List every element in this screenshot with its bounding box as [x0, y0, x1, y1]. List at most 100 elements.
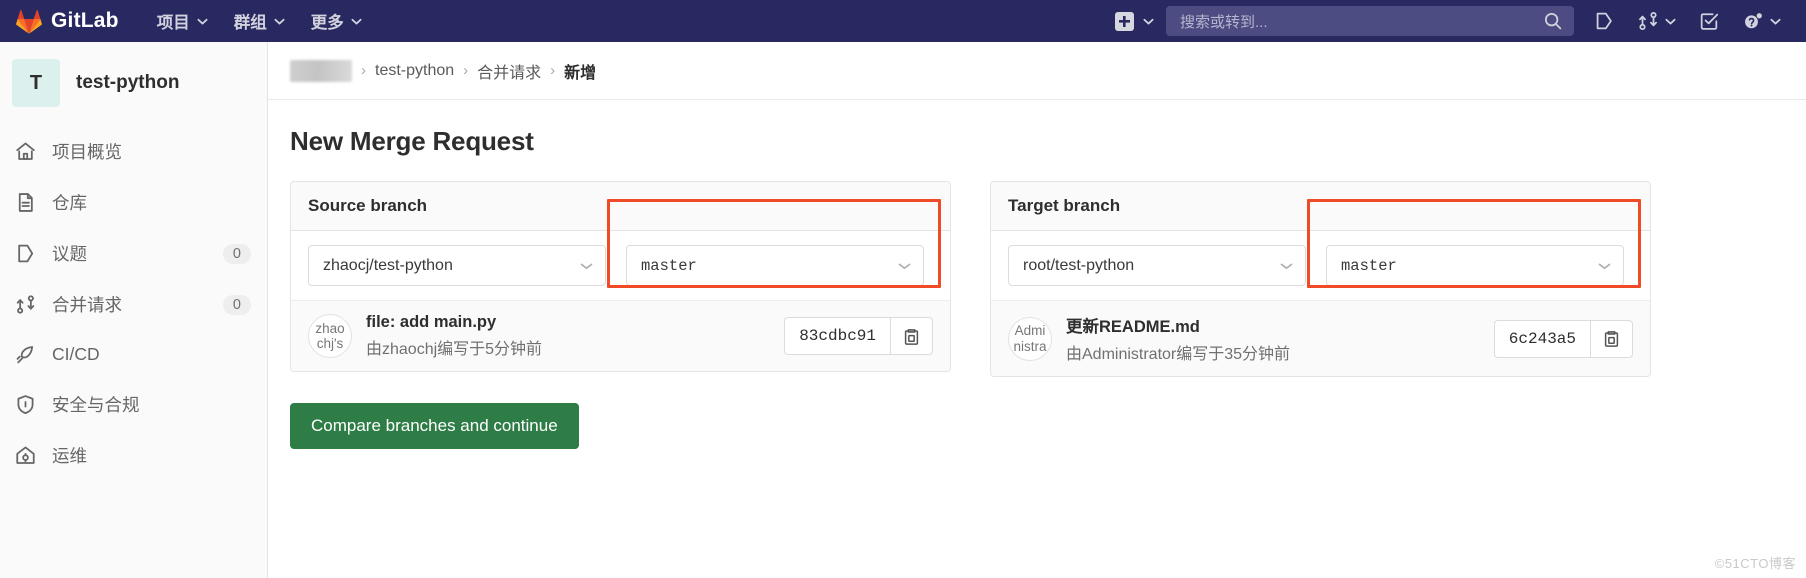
issues-icon — [18, 244, 34, 263]
create-new-button[interactable] — [1105, 11, 1164, 31]
project-avatar: T — [12, 59, 60, 107]
sidebar-item-label: CI/CD — [52, 344, 100, 364]
merge-request-form: New Merge Request Source branch zhaocj/t… — [268, 100, 1806, 449]
chevron-down-icon — [1770, 18, 1781, 24]
document-icon — [18, 193, 33, 212]
sidebar-item-label: 运维 — [52, 446, 87, 466]
source-commit-title: file: add main.py — [366, 313, 497, 331]
breadcrumb-separator: › — [361, 62, 366, 79]
gitlab-home-link[interactable]: GitLab — [16, 9, 119, 34]
source-commit-sha: 83cdbc91 — [784, 317, 890, 355]
target-branch-value: master — [1341, 256, 1397, 275]
source-commit-info: file: add main.py 由zhaochj编写于5分钟前 — [366, 313, 770, 359]
target-branch-heading: Target branch — [991, 182, 1650, 231]
sidebar-item-merge-requests[interactable]: 合并请求 0 — [0, 279, 267, 330]
target-commit-row: Admi nistra 更新README.md 由Administrator编写… — [991, 300, 1650, 376]
source-branch-selects: zhaocj/test-python master — [291, 231, 950, 300]
rocket-icon — [16, 346, 34, 364]
source-branch-select[interactable]: master — [626, 245, 924, 286]
target-branch-select[interactable]: master — [1326, 245, 1624, 286]
avatar-line-2: chj's — [316, 336, 344, 351]
target-commit-info: 更新README.md 由Administrator编写于35分钟前 — [1066, 313, 1480, 364]
sidebar-item-project-overview[interactable]: 项目概览 — [0, 126, 267, 177]
nav-item-more[interactable]: 更多 — [301, 3, 372, 39]
chevron-down-icon — [1598, 263, 1611, 269]
sidebar-item-label: 项目概览 — [52, 142, 122, 162]
avatar-line-1: Admi — [1014, 323, 1046, 339]
nav-item-groups[interactable]: 群组 — [224, 3, 295, 39]
help-nav-button[interactable] — [1731, 3, 1792, 39]
target-commit-meta: 由Administrator编写于35分钟前 — [1066, 346, 1291, 363]
source-commit-meta: 由zhaochj编写于5分钟前 — [366, 341, 543, 358]
cog-cloud-icon — [16, 446, 35, 464]
chevron-down-icon — [274, 18, 285, 24]
todos-checkbox-icon — [1700, 13, 1719, 30]
merge-requests-nav-button[interactable] — [1626, 3, 1687, 39]
chevron-down-icon — [1280, 263, 1293, 269]
chevron-down-icon — [898, 263, 911, 269]
sidebar-item-badge: 0 — [222, 243, 251, 264]
nav-right-group: 搜索或转到... — [1105, 3, 1792, 39]
project-name: test-python — [76, 72, 180, 93]
target-project-select[interactable]: root/test-python — [1008, 245, 1306, 286]
avatar-line-1: zhao — [315, 320, 345, 336]
plus-square-icon — [1115, 11, 1134, 31]
project-sidebar: T test-python 项目概览 仓库 议题 0 合并请求 0 CI/CD … — [0, 42, 268, 578]
breadcrumb-separator: › — [463, 62, 469, 79]
breadcrumb-current: 新增 — [564, 64, 597, 82]
target-branch-selects: root/test-python master — [991, 231, 1650, 300]
copy-sha-button[interactable] — [1590, 319, 1633, 358]
target-project-value: root/test-python — [1023, 256, 1135, 274]
target-branch-card: Target branch root/test-python master Ad… — [990, 181, 1651, 377]
source-commit-row: zhao chj's file: add main.py 由zhaochj编写于… — [291, 300, 950, 371]
sidebar-item-label: 仓库 — [52, 193, 87, 213]
branch-columns: Source branch zhaocj/test-python master — [290, 181, 1784, 377]
avatar: zhao chj's — [308, 314, 352, 358]
source-branch-value: master — [641, 256, 697, 275]
chevron-down-icon — [351, 18, 362, 24]
breadcrumb-item-merge-requests[interactable]: 合并请求 — [477, 59, 541, 83]
avatar: Admi nistra — [1008, 316, 1052, 361]
target-commit-sha: 6c243a5 — [1493, 319, 1590, 358]
sidebar-item-label: 议题 — [52, 244, 87, 264]
issues-nav-button[interactable] — [1582, 3, 1626, 39]
chevron-down-icon — [1665, 18, 1676, 24]
todos-nav-button[interactable] — [1687, 3, 1731, 39]
sidebar-project-header[interactable]: T test-python — [0, 42, 267, 124]
main-content: › test-python › 合并请求 › 新增 New Merge Requ… — [268, 42, 1806, 578]
primary-nav: 项目 群组 更多 — [147, 3, 372, 39]
source-branch-heading: Source branch — [291, 182, 950, 231]
source-branch-card: Source branch zhaocj/test-python master — [290, 181, 951, 372]
source-project-select[interactable]: zhaocj/test-python — [308, 245, 606, 286]
target-commit-title: 更新README.md — [1066, 318, 1200, 336]
page-title: New Merge Request — [290, 126, 534, 156]
search-placeholder: 搜索或转到... — [1180, 13, 1268, 31]
issues-icon — [1596, 12, 1612, 30]
sidebar-item-label: 合并请求 — [52, 295, 122, 315]
breadcrumb: › test-python › 合并请求 › 新增 — [268, 42, 1806, 100]
nav-item-label: 项目 — [156, 14, 190, 32]
sidebar-item-security-compliance[interactable]: 安全与合规 — [0, 379, 267, 430]
sidebar-item-cicd[interactable]: CI/CD — [0, 330, 267, 379]
shield-icon — [17, 395, 34, 415]
breadcrumb-item-project[interactable]: test-python — [375, 62, 454, 80]
gitlab-tanuki-logo — [16, 9, 42, 34]
sidebar-item-operations[interactable]: 运维 — [0, 430, 267, 481]
copy-to-clipboard-icon — [1604, 331, 1619, 347]
breadcrumb-separator: › — [550, 62, 556, 79]
help-question-icon — [1745, 13, 1762, 29]
copy-to-clipboard-icon — [904, 328, 919, 345]
nav-item-projects[interactable]: 项目 — [147, 3, 218, 39]
search-input[interactable]: 搜索或转到... — [1166, 6, 1574, 36]
breadcrumb-redacted-group — [290, 59, 352, 82]
compare-branches-button[interactable]: Compare branches and continue — [290, 403, 579, 449]
top-navigation-bar: GitLab 项目 群组 更多 搜索或转到... — [0, 0, 1806, 42]
copy-sha-button[interactable] — [890, 317, 933, 355]
sidebar-item-badge: 0 — [222, 294, 251, 315]
source-project-value: zhaocj/test-python — [323, 256, 453, 274]
sidebar-item-issues[interactable]: 议题 0 — [0, 228, 267, 279]
brand-title: GitLab — [51, 9, 119, 32]
chevron-down-icon — [197, 18, 208, 24]
sidebar-item-repository[interactable]: 仓库 — [0, 177, 267, 228]
avatar-line-2: nistra — [1013, 338, 1047, 354]
